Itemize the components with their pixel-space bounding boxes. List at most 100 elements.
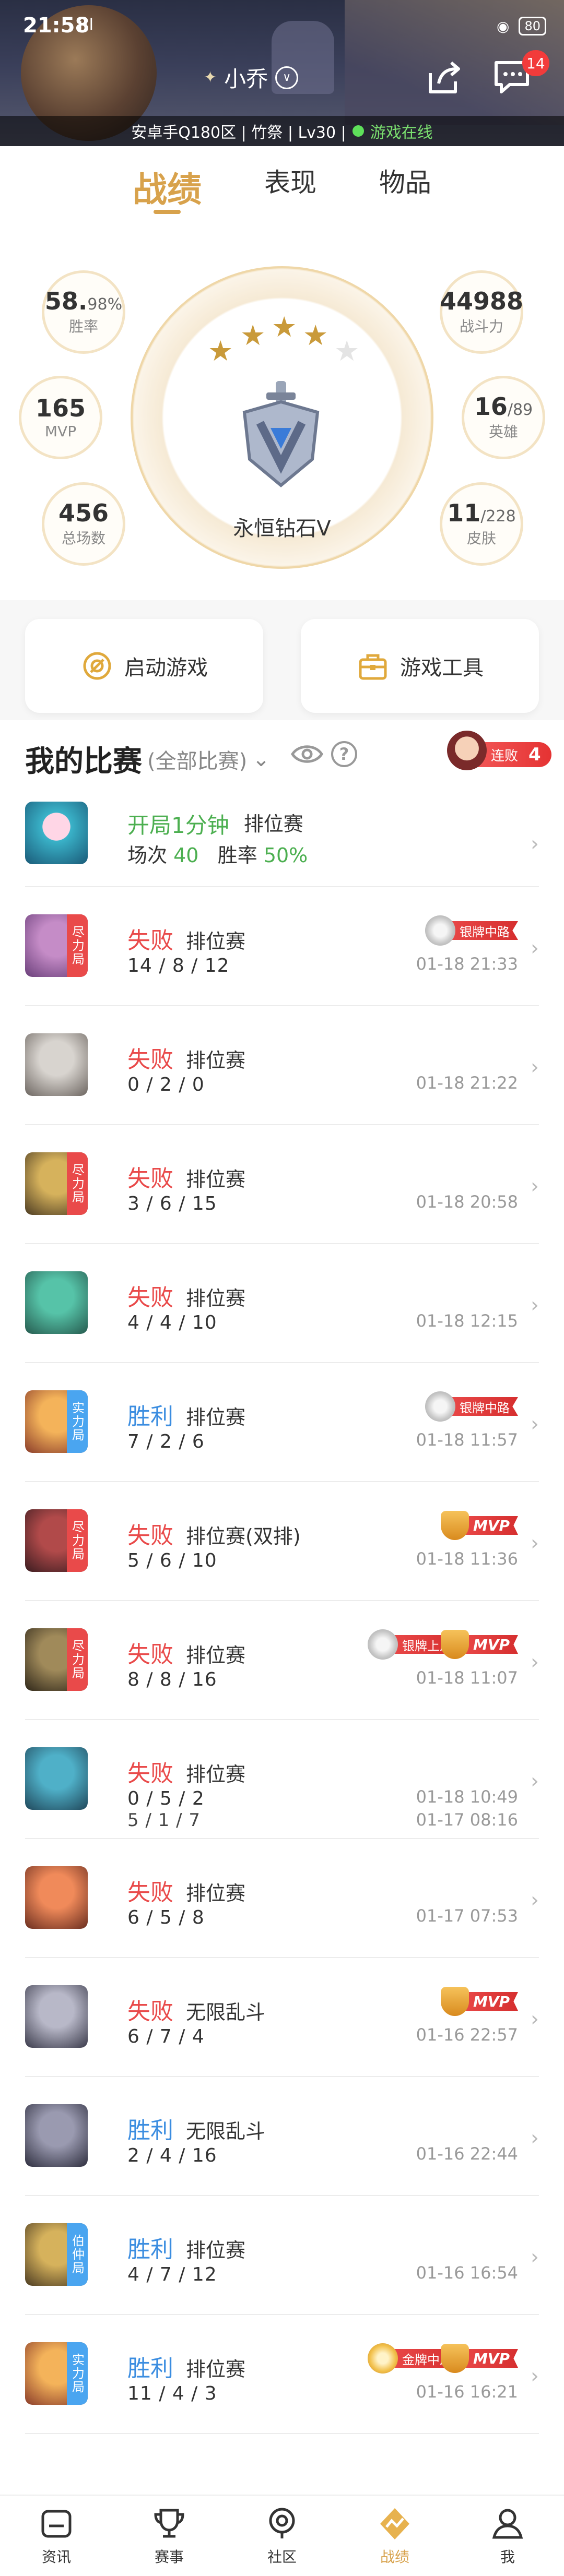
match-row[interactable]: 胜利 无限乱斗 2 / 4 / 16 01-16 22:44 › — [25, 2077, 539, 2196]
match-mode: 排位赛 — [186, 1287, 246, 1310]
match-row[interactable]: 尽力局 失败 排位赛 14 / 8 / 12 01-18 21:33 银牌中路 › — [25, 887, 539, 1006]
nav-community[interactable]: 社区 — [240, 2505, 324, 2567]
match-kda: 0 / 2 / 0 — [127, 1074, 205, 1095]
match-quality-tag: 尽力局 — [67, 1628, 88, 1691]
win-rate-decimal: 98% — [87, 295, 123, 314]
launch-game-icon — [83, 652, 111, 680]
matches-filter-dropdown[interactable]: (全部比赛) ⌄ — [147, 744, 270, 774]
tab-items[interactable]: 物品 — [379, 162, 431, 214]
eye-icon[interactable] — [290, 741, 324, 767]
match-time: 01-18 10:49 — [416, 1787, 518, 1807]
stat-skins[interactable]: 11/228 皮肤 — [440, 482, 523, 566]
nav-news[interactable]: 资讯 — [15, 2505, 98, 2567]
match-mode: 排位赛 — [186, 1882, 246, 1905]
match-time: 01-18 21:33 — [416, 954, 518, 974]
toolbox-icon — [359, 654, 387, 680]
online-status-text: 游戏在线 — [370, 124, 433, 142]
match-kda: 6 / 5 / 8 — [127, 1907, 205, 1928]
result-line: 失败 排位赛 — [127, 1041, 245, 1074]
match-row[interactable]: 实力局 胜利 排位赛 7 / 2 / 6 01-18 11:57 银牌中路 › — [25, 1363, 539, 1482]
chevron-right-icon: › — [531, 2007, 539, 2031]
rank-stars: ★ ★ ★ ★ ★ — [204, 311, 360, 373]
game-tools-button[interactable]: 游戏工具 — [301, 619, 539, 713]
match-time: 01-18 12:15 — [416, 1311, 518, 1331]
profile-icon — [492, 2509, 523, 2539]
opening-rate-label: 胜率 — [217, 844, 257, 867]
result-line: 失败 排位赛 — [127, 922, 245, 955]
match-result: 失败 — [127, 1641, 173, 1668]
player-name-selector[interactable]: ✦ 小乔 ∨ — [204, 62, 299, 93]
opening-minute-summary[interactable]: 开局1分钟 排位赛 场次 40 胜率 50% › — [25, 783, 539, 887]
match-result: 胜利 — [127, 2236, 173, 2263]
match-row[interactable]: 尽力局 失败 排位赛 8 / 8 / 16 01-18 11:07 银牌上路 MVP › — [25, 1601, 539, 1720]
battery-icon: 80 — [519, 17, 546, 35]
match-time: 01-17 07:53 — [416, 1906, 518, 1926]
result-line: 胜利 排位赛 — [127, 2350, 245, 2383]
tab-performance[interactable]: 表现 — [264, 162, 316, 214]
stat-heroes[interactable]: 16/89 英雄 — [462, 376, 545, 459]
nav-me[interactable]: 我 — [466, 2505, 549, 2567]
match-kda: 6 / 7 / 4 — [127, 2026, 205, 2047]
match-result: 失败 — [127, 1046, 173, 1073]
mvp-label: MVP — [461, 1516, 518, 1535]
chevron-down-icon: ∨ — [275, 66, 299, 89]
game-tools-label: 游戏工具 — [400, 656, 484, 680]
tab-record[interactable]: 战绩 — [133, 162, 202, 214]
result-line: 失败 排位赛 — [127, 1160, 245, 1193]
stat-win-rate: 58.98% 胜率 — [42, 270, 125, 354]
star-icon: ★ — [272, 311, 297, 343]
overlap-kda: 5 / 1 / 7 — [127, 1810, 201, 1831]
match-row[interactable]: 失败 无限乱斗 6 / 7 / 4 01-16 22:57 MVP › — [25, 1958, 539, 2077]
match-row[interactable]: 伯仲局 胜利 排位赛 4 / 7 / 12 01-16 16:54 › — [25, 2196, 539, 2315]
streak-hero-avatar — [447, 731, 487, 770]
match-mode: 排位赛 — [186, 2239, 246, 2262]
match-row[interactable]: 失败 排位赛 0 / 2 / 0 01-18 21:22 › — [25, 1006, 539, 1125]
hero-avatar — [25, 1033, 88, 1096]
mvp-badge: MVP — [440, 2344, 518, 2373]
result-line: 胜利 排位赛 — [127, 1398, 245, 1431]
total-value: 456 — [58, 498, 109, 527]
chevron-right-icon: › — [531, 2245, 539, 2269]
app-page: 21:58 ıll ◉ 80 ✦ 小乔 ∨ 14 安卓手Q180区 | 竹祭 |… — [0, 0, 564, 2576]
match-row[interactable]: 尽力局 失败 排位赛 3 / 6 / 15 01-18 20:58 › — [25, 1125, 539, 1244]
match-mode: 排位赛 — [186, 1406, 246, 1429]
launch-game-button[interactable]: 启动游戏 — [25, 619, 263, 713]
match-row[interactable]: 尽力局 失败 排位赛(双排) 5 / 6 / 10 01-18 11:36 MVP › — [25, 1482, 539, 1601]
match-kda: 14 / 8 / 12 — [127, 955, 230, 976]
my-matches-section: 我的比赛 (全部比赛) ⌄ ? 连败 4 开局1分钟 排位赛 场次 40 胜率 … — [0, 720, 564, 2495]
match-row[interactable]: 失败 排位赛 6 / 5 / 8 01-17 07:53 › — [25, 1839, 539, 1958]
result-line: 失败 排位赛 — [127, 1874, 245, 1907]
status-bar: 21:58 ıll ◉ 80 — [0, 0, 564, 47]
power-value: 44988 — [439, 287, 524, 315]
hero-avatar — [25, 2104, 88, 2167]
chevron-right-icon: › — [531, 2364, 539, 2388]
chevron-right-icon: › — [531, 1174, 539, 1198]
match-mode: 排位赛 — [186, 1763, 246, 1786]
rank-emblem-icon[interactable] — [234, 381, 328, 496]
help-icon[interactable]: ? — [331, 741, 357, 767]
opening-count-label: 场次 — [127, 844, 168, 867]
streak-label: 连败 — [491, 748, 519, 764]
match-row[interactable]: 实力局 胜利 排位赛 11 / 4 / 3 01-16 16:21 金牌中路 MVP › — [25, 2315, 539, 2434]
message-count-badge: 14 — [522, 50, 549, 76]
lane-medal-label: 银牌中路 — [448, 921, 518, 940]
match-list: 开局1分钟 排位赛 场次 40 胜率 50% › 尽力局 失败 排位赛 14 / 8 … — [0, 783, 564, 2434]
bottom-nav: 资讯 赛事 社区 战绩 我 — [0, 2495, 564, 2576]
nav-record[interactable]: 战绩 — [353, 2505, 437, 2567]
skins-total: /228 — [480, 507, 516, 526]
match-time: 01-18 21:22 — [416, 1073, 518, 1093]
nav-events[interactable]: 赛事 — [127, 2505, 211, 2567]
match-row[interactable]: 失败 排位赛 0 / 5 / 2 01-18 10:49 5 / 1 / 7 01-17 … — [25, 1720, 539, 1839]
result-line: 失败 排位赛 — [127, 1755, 245, 1788]
chevron-right-icon: › — [531, 1531, 539, 1555]
match-time: 01-16 22:44 — [416, 2144, 518, 2164]
streak-count: 4 — [528, 744, 541, 765]
profile-header: 21:58 ıll ◉ 80 ✦ 小乔 ∨ 14 安卓手Q180区 | 竹祭 |… — [0, 0, 564, 146]
nav-news-label: 资讯 — [41, 2548, 71, 2566]
result-line: 失败 排位赛(双排) — [127, 1517, 301, 1550]
match-row[interactable]: 失败 排位赛 4 / 4 / 10 01-18 12:15 › — [25, 1244, 539, 1363]
chevron-right-icon: › — [531, 1412, 539, 1436]
chevron-right-icon: › — [531, 1888, 539, 1912]
hero-avatar-art — [25, 1271, 88, 1334]
share-icon[interactable] — [423, 57, 465, 99]
